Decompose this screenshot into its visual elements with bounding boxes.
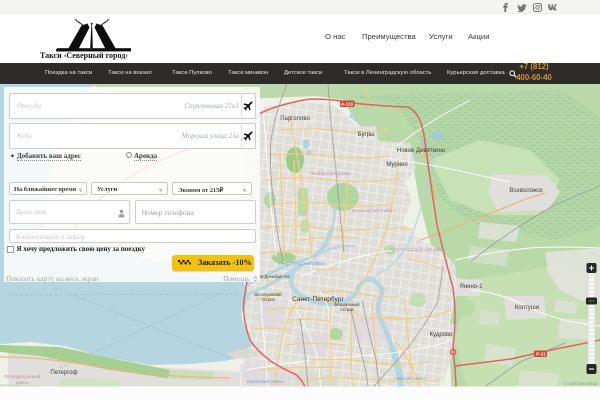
svg-text:район: район (16, 379, 29, 385)
svg-text:Бугры: Бугры (358, 132, 375, 138)
svg-text:Всеволожск: Всеволожск (509, 188, 543, 194)
svg-text:Невский район: Невский район (394, 375, 426, 381)
svg-text:А-118: А-118 (341, 101, 354, 106)
svg-text:Выборгский район: Выборгский район (311, 170, 351, 176)
svg-text:Петродворцовый: Петродворцовый (4, 373, 41, 379)
svg-text:Кудрово: Кудрово (430, 332, 454, 338)
svg-text:Мурино: Мурино (386, 162, 408, 168)
svg-text:Колтуши: Колтуши (515, 305, 539, 311)
svg-text:Янино-1: Янино-1 (460, 284, 484, 290)
svg-text:Петергоф: Петергоф (50, 370, 77, 376)
svg-text:Парголово: Парголово (280, 116, 310, 122)
svg-text:Красногвардейский район: Красногвардейский район (390, 246, 446, 252)
svg-text:остров: остров (340, 307, 354, 312)
svg-text:Новое Девяткино: Новое Девяткино (397, 148, 446, 154)
svg-text:Р-21: Р-21 (536, 351, 546, 356)
svg-text:© OpenStreetMap: © OpenStreetMap (563, 381, 597, 386)
svg-text:остров: остров (261, 297, 275, 302)
svg-text:Кировский район: Кировский район (247, 378, 284, 384)
svg-text:Калининский район: Калининский район (352, 207, 394, 213)
svg-text:Петроградский район: Петроградский район (279, 260, 325, 266)
